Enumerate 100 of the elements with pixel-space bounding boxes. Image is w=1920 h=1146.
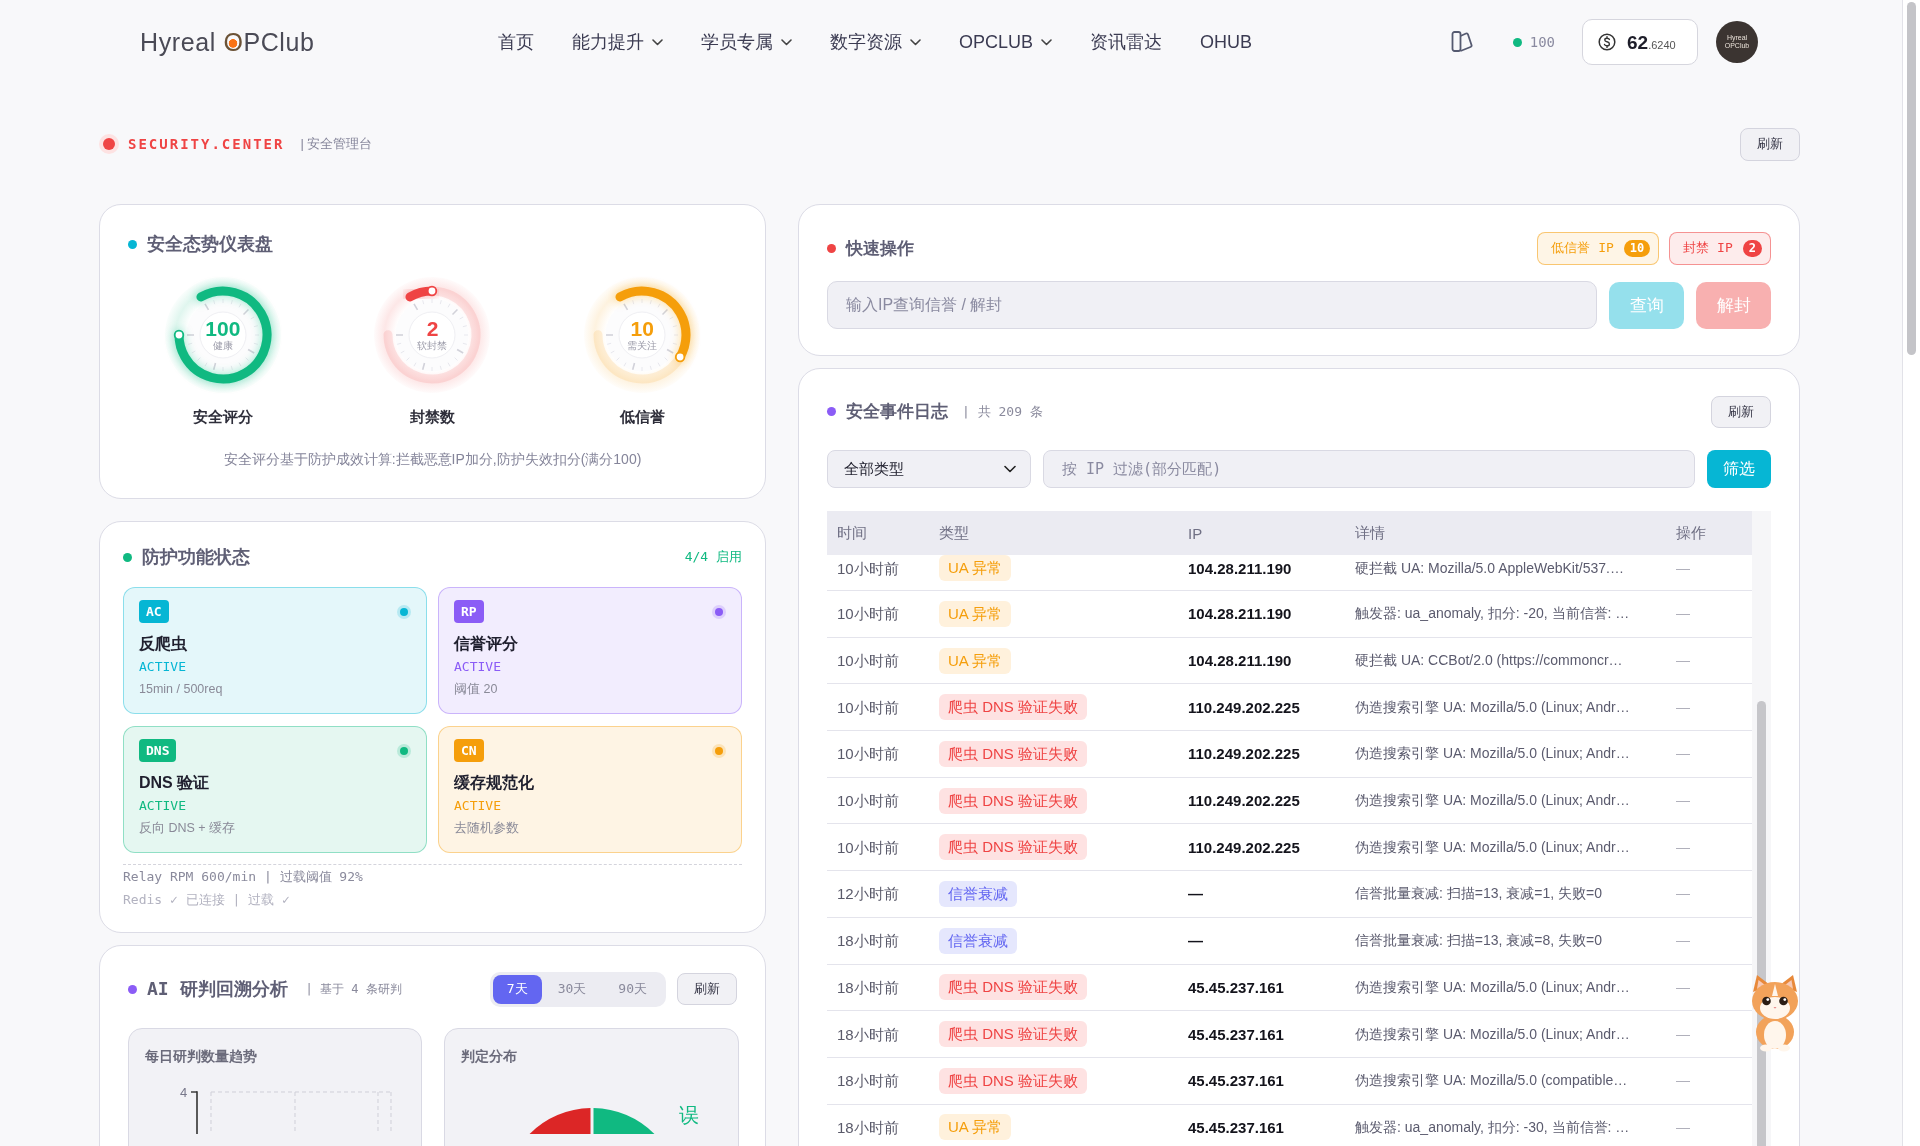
bullet-icon bbox=[123, 552, 132, 562]
detail-cell: 伪造搜索引擎 UA: Mozilla/5.0 (Linux; Andr… bbox=[1355, 978, 1630, 995]
event-type-tag: 信誉衰减 bbox=[939, 880, 1017, 907]
enabled-summary: 4/4 启用 bbox=[684, 548, 742, 566]
column-header: IP bbox=[1187, 524, 1204, 542]
action-cell: — bbox=[1676, 605, 1690, 622]
gauge-label: 安全评分 bbox=[192, 407, 253, 427]
time-cell: 10小时前 bbox=[837, 652, 899, 670]
detail-cell: 信誉批量衰减: 扫描=13, 衰减=8, 失败=0 bbox=[1355, 932, 1602, 949]
gauge-value: 2 bbox=[426, 318, 439, 340]
panels-icon[interactable] bbox=[1450, 30, 1473, 54]
action-cell: — bbox=[1676, 792, 1690, 809]
gauge-caption: 健康 bbox=[212, 340, 233, 352]
ip-cell: 110.249.202.225 bbox=[1188, 745, 1300, 763]
time-cell: 10小时前 bbox=[837, 838, 899, 856]
chart-title: 每日研判数量趋势 bbox=[145, 1047, 257, 1066]
points-count: 100 bbox=[1529, 34, 1555, 50]
ip-search-field[interactable]: 输入IP查询信誉 / 解封 bbox=[827, 281, 1597, 329]
event-type-tag: 爬虫 DNS 验证失败 bbox=[939, 694, 1087, 721]
time-cell: 10小时前 bbox=[837, 605, 899, 623]
feature-detail: 反向 DNS + 缓存 bbox=[139, 820, 236, 837]
gauge-caption: 软封禁 bbox=[417, 340, 448, 352]
action-cell: — bbox=[1676, 978, 1690, 995]
time-cell: 12小时前 bbox=[837, 885, 899, 903]
feature-code-badge: CN bbox=[454, 739, 484, 762]
action-cell: — bbox=[1676, 932, 1690, 949]
panel-title: 安全事件日志 bbox=[846, 401, 948, 423]
section-subtitle: | 安全管理台 bbox=[300, 135, 373, 153]
ip-cell: 45.45.237.161 bbox=[1188, 1025, 1284, 1043]
time-cell: 18小时前 bbox=[837, 1072, 899, 1090]
refresh-button[interactable]: 刷新 bbox=[677, 973, 737, 1005]
time-cell: 10小时前 bbox=[837, 745, 899, 763]
ip-cell: 104.28.211.190 bbox=[1188, 605, 1292, 623]
event-type-tag: UA 异常 bbox=[939, 555, 1012, 581]
refresh-button[interactable]: 刷新 bbox=[1711, 395, 1771, 428]
ip-cell: 110.249.202.225 bbox=[1188, 698, 1300, 716]
chart-title: 判定分布 bbox=[461, 1047, 517, 1066]
panel-title: 安全态势仪表盘 bbox=[147, 233, 273, 256]
ip-filter-badge[interactable]: 封禁 IP 2 bbox=[1669, 231, 1771, 265]
status-dot-icon bbox=[1512, 37, 1522, 47]
detail-cell: 伪造搜索引擎 UA: Mozilla/5.0 (Linux; Andr… bbox=[1355, 1025, 1630, 1042]
event-type-tag: UA 异常 bbox=[939, 1114, 1012, 1141]
nav-link[interactable]: 资讯雷达 bbox=[1090, 30, 1163, 54]
ip-cell: — bbox=[1188, 932, 1203, 950]
gauge-knob bbox=[427, 285, 438, 297]
pie-slice bbox=[593, 1108, 655, 1134]
feature-status: ACTIVE bbox=[139, 658, 186, 676]
count-badge: 10 bbox=[1623, 239, 1651, 257]
feature-detail: 15min / 500req bbox=[139, 681, 223, 698]
gauge-value: 10 bbox=[630, 318, 654, 340]
detail-cell: 硬拦截 UA: Mozilla/5.0 AppleWebKit/537.… bbox=[1355, 560, 1624, 576]
feature-status: ACTIVE bbox=[139, 797, 186, 815]
score-note: 安全评分基于防护成效计算:拦截恶意IP加分,防护失效扣分(满分100) bbox=[222, 450, 643, 469]
refresh-button[interactable]: 刷新 bbox=[1740, 127, 1800, 161]
bullet-icon bbox=[128, 984, 137, 994]
ip-cell: — bbox=[1188, 885, 1203, 903]
pie-slice bbox=[529, 1108, 591, 1134]
nav-link[interactable]: 首页 bbox=[498, 30, 534, 54]
detail-cell: 伪造搜索引擎 UA: Mozilla/5.0 (Linux; Andr… bbox=[1355, 745, 1630, 762]
bullet-icon bbox=[827, 407, 836, 416]
bullet-icon bbox=[128, 239, 137, 249]
scrollbar-track[interactable] bbox=[1752, 511, 1771, 1146]
column-header: 详情 bbox=[1354, 523, 1386, 543]
feature-name: 缓存规范化 bbox=[454, 773, 534, 793]
action-cell: — bbox=[1676, 1025, 1690, 1042]
event-type-tag: 信誉衰减 bbox=[939, 927, 1017, 954]
event-type-tag: 爬虫 DNS 验证失败 bbox=[939, 974, 1087, 1001]
nav-link[interactable]: OHUB bbox=[1200, 31, 1253, 53]
slice-label: 误 bbox=[679, 1104, 699, 1126]
time-cell: 10小时前 bbox=[837, 698, 899, 716]
feature-code-badge: DNS bbox=[139, 739, 177, 762]
action-cell: — bbox=[1676, 698, 1690, 715]
feature-code-badge: RP bbox=[454, 600, 484, 623]
time-cell: 18小时前 bbox=[837, 932, 899, 950]
nav-link[interactable]: 数字资源 bbox=[830, 30, 921, 54]
event-count: | 共 209 条 bbox=[962, 402, 1043, 421]
ip-cell: 45.45.237.161 bbox=[1188, 1072, 1284, 1090]
action-cell: — bbox=[1676, 560, 1690, 576]
ip-cell: 45.45.237.161 bbox=[1188, 1118, 1284, 1136]
logo[interactable]: Hyreal OPClub bbox=[140, 27, 315, 57]
panel-subtitle: | 基于 4 条研判 bbox=[305, 980, 402, 998]
ip-cell: 104.28.211.190 bbox=[1188, 560, 1292, 577]
action-cell: — bbox=[1676, 838, 1690, 855]
ip-cell: 104.28.211.190 bbox=[1188, 652, 1292, 670]
nav-link[interactable]: 学员专属 bbox=[701, 30, 792, 54]
status-line: Relay RPM 600/min | 过载阈值 92% bbox=[123, 868, 364, 886]
nav-link[interactable]: 能力提升 bbox=[572, 30, 663, 54]
action-cell: — bbox=[1676, 885, 1690, 902]
balance-button[interactable]: 62.6240 bbox=[1582, 19, 1698, 65]
event-type-tag: 爬虫 DNS 验证失败 bbox=[939, 787, 1087, 814]
event-type-tag: UA 异常 bbox=[939, 647, 1012, 674]
detail-cell: 伪造搜索引擎 UA: Mozilla/5.0 (Linux; Andr… bbox=[1355, 698, 1630, 715]
feature-detail: 去随机参数 bbox=[454, 820, 519, 837]
ip-filter-field[interactable]: 按 IP 过滤(部分匹配) bbox=[1043, 450, 1695, 488]
type-select[interactable]: 全部类型 bbox=[827, 450, 1031, 488]
nav-link[interactable]: OPCLUB bbox=[959, 31, 1053, 53]
chevron-down-icon bbox=[1004, 465, 1016, 473]
page-scrollbar-thumb[interactable] bbox=[1907, 2, 1916, 355]
event-type-tag: 爬虫 DNS 验证失败 bbox=[939, 740, 1087, 767]
range-tab[interactable]: 7天 bbox=[492, 974, 542, 1004]
